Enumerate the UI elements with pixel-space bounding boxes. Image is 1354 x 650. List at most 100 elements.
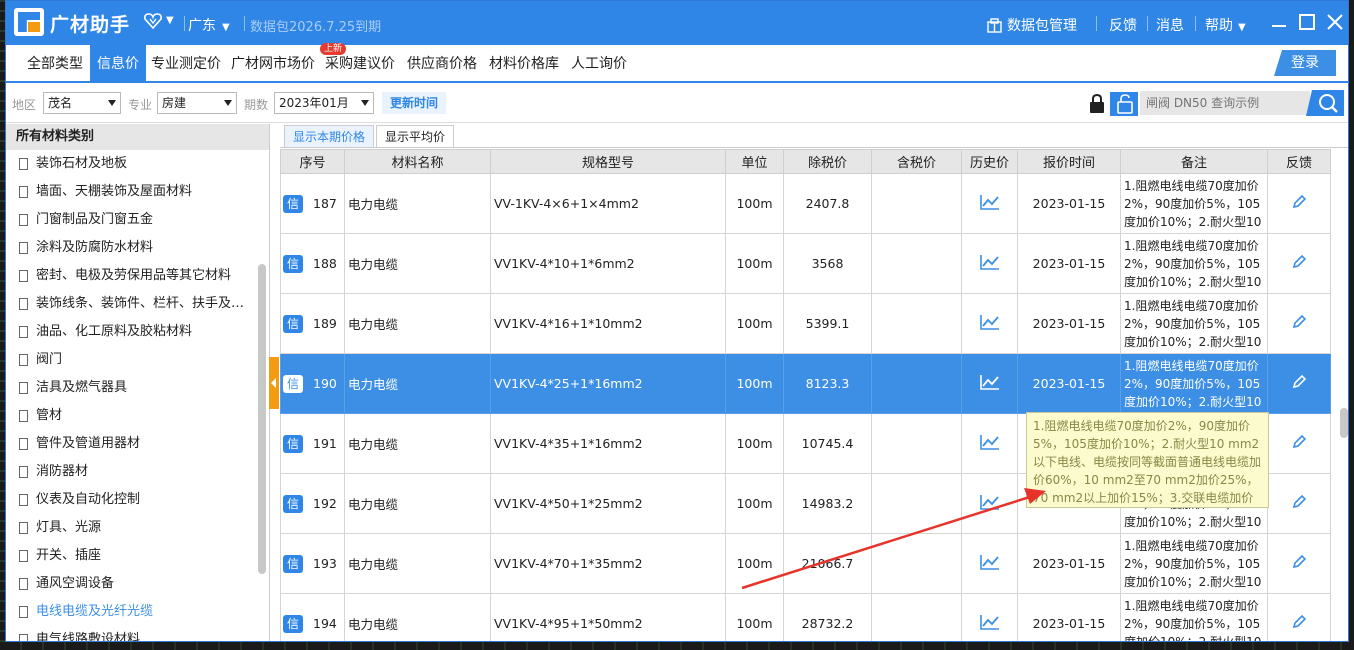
edit-pencil-icon[interactable]: [1291, 554, 1307, 570]
cell-feedback[interactable]: [1267, 413, 1331, 474]
sidebar-category-item[interactable]: 油品、化工原料及胶粘材料: [6, 318, 269, 346]
cell-note[interactable]: 1.阻燃电线电缆70度加价2%，90度加价5%，105度加价10%；2.耐火型1…: [1120, 293, 1268, 354]
unlock-icon[interactable]: [1110, 92, 1138, 116]
cell-feedback[interactable]: [1267, 173, 1331, 234]
search-input[interactable]: [1140, 91, 1310, 115]
tab-average-price[interactable]: 显示平均价: [376, 125, 455, 147]
sidebar-category-item[interactable]: 装饰石材及地板: [6, 150, 269, 178]
cell-history[interactable]: [961, 173, 1018, 234]
cell-feedback[interactable]: [1267, 473, 1331, 534]
tab-material-price-library[interactable]: 材料价格库: [486, 45, 562, 81]
trend-chart-icon[interactable]: [979, 193, 1001, 211]
sidebar-category-item[interactable]: 墙面、天棚装饰及屋面材料: [6, 178, 269, 206]
cell-history[interactable]: [961, 473, 1018, 534]
cell-history[interactable]: [961, 233, 1018, 294]
region-selector[interactable]: 广东 ▼: [188, 15, 230, 35]
sidebar-category-item[interactable]: 管材: [6, 402, 269, 430]
sidebar-category-item[interactable]: 阀门: [6, 346, 269, 374]
table-row[interactable]: 信 190 电力电缆 VV1KV-4*25+1*16mm2 100m 8123.3 2023…: [280, 353, 1331, 414]
sidebar-category-item[interactable]: 电气线路敷设材料: [6, 626, 269, 641]
edit-pencil-icon[interactable]: [1291, 434, 1307, 450]
sidebar-category-item[interactable]: 密封、电极及劳保用品等其它材料: [6, 262, 269, 290]
trend-chart-icon[interactable]: [979, 613, 1001, 631]
cell-history[interactable]: [961, 293, 1018, 354]
minimize-button[interactable]: [1268, 11, 1290, 33]
cell-feedback[interactable]: [1267, 233, 1331, 294]
sidebar-collapse-handle[interactable]: [269, 357, 279, 409]
cell-feedback[interactable]: [1267, 293, 1331, 354]
table-row[interactable]: 信 193 电力电缆 VV1KV-4*70+1*35mm2 100m 21066.7 202…: [280, 533, 1331, 594]
table-row[interactable]: 信 189 电力电缆 VV1KV-4*16+1*10mm2 100m 5399.1 2023…: [280, 293, 1331, 354]
edit-pencil-icon[interactable]: [1291, 374, 1307, 390]
edit-pencil-icon[interactable]: [1291, 494, 1307, 510]
trend-chart-icon[interactable]: [979, 373, 1001, 391]
sidebar-category-item[interactable]: 装饰线条、装饰件、栏杆、扶手及…: [6, 290, 269, 318]
table-scrollbar[interactable]: [1340, 408, 1348, 438]
trend-chart-icon[interactable]: [979, 493, 1001, 511]
messages-button[interactable]: 消息: [1156, 15, 1184, 35]
sidebar-category-item[interactable]: 仪表及自动化控制: [6, 486, 269, 514]
table-row[interactable]: 信 187 电力电缆 VV-1KV-4×6+1×4mm2 100m 2407.8 2023-…: [280, 173, 1331, 234]
sidebar-category-item[interactable]: 涂料及防腐防水材料: [6, 234, 269, 262]
sidebar-category-item[interactable]: 消防器材: [6, 458, 269, 486]
sidebar-category-item[interactable]: 通风空调设备: [6, 570, 269, 598]
trend-chart-icon[interactable]: [979, 313, 1001, 331]
trend-chart-icon[interactable]: [979, 553, 1001, 571]
cell-history[interactable]: [961, 593, 1018, 641]
login-button[interactable]: 登录: [1274, 50, 1336, 76]
sidebar-category-item[interactable]: 开关、插座: [6, 542, 269, 570]
heart-diamond-icon[interactable]: [144, 13, 162, 33]
col-header-note[interactable]: 备注: [1120, 149, 1268, 174]
cell-note[interactable]: 1.阻燃电线电缆70度加价2%，90度加价5%，105度加价10%；2.耐火型1…: [1120, 233, 1268, 294]
tab-professional-price[interactable]: 专业测定价: [148, 45, 224, 81]
col-header-name[interactable]: 材料名称: [344, 149, 491, 174]
sidebar-category-item[interactable]: 门窗制品及门窗五金: [6, 206, 269, 234]
sidebar-category-item[interactable]: 管件及管道用器材: [6, 430, 269, 458]
period-select[interactable]: 2023年01月: [274, 92, 374, 114]
table-row[interactable]: 信 188 电力电缆 VV1KV-4*10+1*6mm2 100m 3568 2023-01…: [280, 233, 1331, 294]
package-manage-button[interactable]: 数据包管理: [987, 15, 1077, 37]
lock-icon[interactable]: [1084, 92, 1110, 116]
tab-all-types[interactable]: 全部类型: [16, 45, 94, 81]
edit-pencil-icon[interactable]: [1291, 614, 1307, 630]
major-select[interactable]: 房建: [157, 92, 237, 114]
col-header-no[interactable]: 序号: [280, 149, 345, 174]
cell-note[interactable]: 1.阻燃电线电缆70度加价2%，90度加价5%，105度加价10%；2.耐火型1…: [1120, 353, 1268, 414]
sidebar-category-item[interactable]: 洁具及燃气器具: [6, 374, 269, 402]
sidebar-category-item[interactable]: 灯具、光源: [6, 514, 269, 542]
cell-history[interactable]: [961, 413, 1018, 474]
update-time-button[interactable]: 更新时间: [382, 92, 446, 114]
edit-pencil-icon[interactable]: [1291, 254, 1307, 270]
edit-pencil-icon[interactable]: [1291, 314, 1307, 330]
help-menu[interactable]: 帮助 ▼: [1205, 15, 1246, 35]
tab-info-price[interactable]: 信息价: [90, 45, 146, 81]
trend-chart-icon[interactable]: [979, 253, 1001, 271]
tab-current-price[interactable]: 显示本期价格: [284, 125, 375, 147]
col-header-feedback[interactable]: 反馈: [1267, 149, 1331, 174]
cell-feedback[interactable]: [1267, 593, 1331, 641]
sidebar-category-item[interactable]: 电线电缆及光纤光缆: [6, 598, 269, 626]
feedback-button[interactable]: 反馈: [1109, 15, 1137, 35]
cell-note[interactable]: 1.阻燃电线电缆70度加价2%，90度加价5%，105度加价10%；2.耐火型1…: [1120, 173, 1268, 234]
cell-feedback[interactable]: [1267, 533, 1331, 594]
chevron-down-icon[interactable]: ▼: [166, 15, 174, 26]
col-header-price[interactable]: 除税价: [783, 149, 872, 174]
tab-supplier-price[interactable]: 供应商价格: [404, 45, 480, 81]
maximize-button[interactable]: [1296, 11, 1318, 33]
table-row[interactable]: 信 194 电力电缆 VV1KV-4*95+1*50mm2 100m 28732.2 202…: [280, 593, 1331, 641]
col-header-unit[interactable]: 单位: [725, 149, 784, 174]
tab-manual-inquiry[interactable]: 人工询价: [568, 45, 630, 81]
col-header-date[interactable]: 报价时间: [1017, 149, 1121, 174]
cell-note[interactable]: 1.阻燃电线电缆70度加价2%，90度加价5%，105度加价10%；2.耐火型1…: [1120, 593, 1268, 641]
close-button[interactable]: [1324, 11, 1346, 33]
cell-feedback[interactable]: [1267, 353, 1331, 414]
trend-chart-icon[interactable]: [979, 433, 1001, 451]
col-header-history[interactable]: 历史价: [961, 149, 1018, 174]
col-header-spec[interactable]: 规格型号: [490, 149, 726, 174]
tab-market-price[interactable]: 广材网市场价: [228, 45, 318, 81]
cell-note[interactable]: 1.阻燃电线电缆70度加价2%，90度加价5%，105度加价10%；2.耐火型1…: [1120, 533, 1268, 594]
sidebar-scrollbar[interactable]: [258, 264, 266, 574]
search-button[interactable]: [1306, 90, 1344, 116]
edit-pencil-icon[interactable]: [1291, 194, 1307, 210]
region-select[interactable]: 茂名: [43, 92, 121, 114]
